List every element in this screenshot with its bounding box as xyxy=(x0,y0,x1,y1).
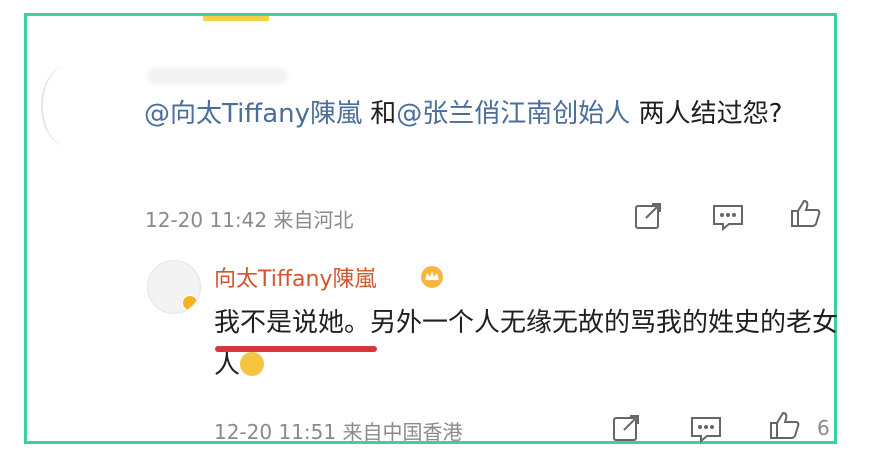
comment-icon[interactable] xyxy=(711,202,745,232)
commenter-name-blurred xyxy=(147,68,287,84)
crown-badge-icon xyxy=(419,265,445,289)
comment-connector: 和 xyxy=(362,99,397,129)
commenter-avatar[interactable] xyxy=(41,66,93,146)
comment-card: @向太Tiffany陳嵐 和@张兰俏江南创始人 两人结过怨? 12-20 11:… xyxy=(24,13,838,444)
reply-meta: 12-20 11:51 来自中国香港 xyxy=(214,420,463,444)
like-count: 6 xyxy=(817,416,830,440)
reply-avatar[interactable] xyxy=(147,260,201,314)
mention-link-1[interactable]: @向太Tiffany陳嵐 xyxy=(144,99,362,129)
reply-comment-icon[interactable] xyxy=(689,414,723,444)
share-icon[interactable] xyxy=(632,202,666,232)
highlight-underline xyxy=(215,346,377,352)
mention-link-2[interactable]: @张兰俏江南创始人 xyxy=(396,99,630,129)
thumbs-up-icon[interactable] xyxy=(789,198,823,228)
comment-body: @向太Tiffany陳嵐 和@张兰俏江南创始人 两人结过怨? xyxy=(144,94,814,134)
smile-emoji-icon xyxy=(240,351,265,376)
comment-tail: 两人结过怨? xyxy=(630,99,783,129)
decorative-bar xyxy=(203,16,269,21)
comment-meta: 12-20 11:42 来自河北 xyxy=(145,208,354,232)
verified-badge-icon xyxy=(182,295,198,311)
reply-body: 我不是说她。另外一个人无缘无故的骂我的姓史的老女人 xyxy=(214,302,844,386)
reply-thumbs-up-icon[interactable] xyxy=(768,410,802,440)
reply-username[interactable]: 向太Tiffany陳嵐 xyxy=(214,261,376,293)
reply-text: 我不是说她。另外一个人无缘无故的骂我的姓史的老女人 xyxy=(214,308,839,380)
reply-share-icon[interactable] xyxy=(610,414,644,444)
